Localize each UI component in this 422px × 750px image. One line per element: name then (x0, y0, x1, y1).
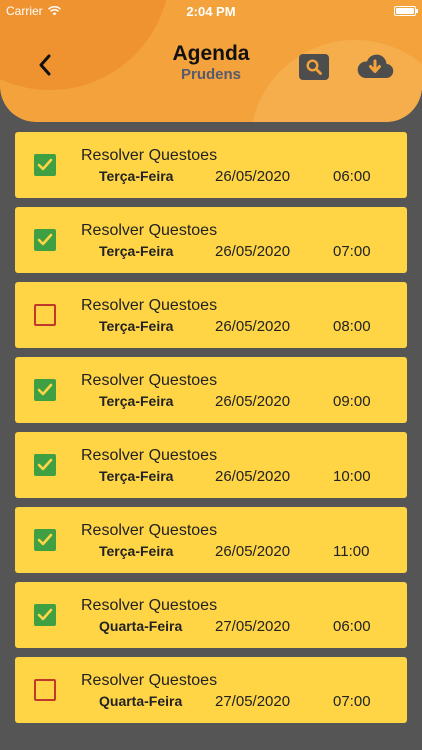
header: Carrier 2:04 PM Agenda Prudens (0, 0, 422, 122)
task-title: Resolver Questoes (81, 522, 218, 539)
checkbox-checked[interactable] (34, 529, 56, 551)
task-day: Terça-Feira (99, 393, 174, 409)
task-day: Terça-Feira (99, 468, 174, 484)
task-title: Resolver Questoes (81, 672, 218, 689)
agenda-item[interactable]: Resolver Questoes Terça-Feira 26/05/2020… (15, 507, 407, 573)
checkbox-unchecked[interactable] (34, 679, 56, 701)
task-day: Terça-Feira (99, 318, 174, 334)
task-time: 06:00 (333, 168, 371, 185)
task-day: Quarta-Feira (99, 693, 183, 709)
task-title: Resolver Questoes (81, 597, 218, 614)
search-icon (306, 59, 322, 75)
task-date: 27/05/2020 (215, 618, 291, 635)
battery-icon (394, 6, 418, 16)
agenda-item[interactable]: Resolver Questoes Terça-Feira 26/05/2020… (15, 207, 407, 273)
task-title: Resolver Questoes (81, 447, 218, 464)
agenda-list: Resolver Questoes Terça-Feira 26/05/2020… (15, 132, 407, 732)
task-day: Terça-Feira (99, 168, 174, 184)
task-time: 06:00 (333, 618, 371, 635)
checkmark-icon (37, 608, 53, 621)
task-title: Resolver Questoes (81, 372, 218, 389)
task-date: 26/05/2020 (215, 318, 291, 335)
checkbox-checked[interactable] (34, 454, 56, 476)
agenda-item[interactable]: Resolver Questoes Terça-Feira 26/05/2020… (15, 432, 407, 498)
checkmark-icon (37, 533, 53, 546)
task-date: 26/05/2020 (215, 393, 291, 410)
task-time: 07:00 (333, 693, 371, 710)
search-button[interactable] (299, 54, 329, 80)
task-title: Resolver Questoes (81, 147, 218, 164)
checkmark-icon (37, 458, 53, 471)
task-time: 07:00 (333, 243, 371, 260)
checkbox-checked[interactable] (34, 154, 56, 176)
agenda-item[interactable]: Resolver Questoes Terça-Feira 26/05/2020… (15, 282, 407, 348)
status-time: 2:04 PM (186, 4, 236, 19)
checkmark-icon (37, 158, 53, 171)
task-date: 26/05/2020 (215, 543, 291, 560)
checkbox-unchecked[interactable] (34, 304, 56, 326)
agenda-item[interactable]: Resolver Questoes Terça-Feira 26/05/2020… (15, 357, 407, 423)
checkbox-checked[interactable] (34, 379, 56, 401)
task-date: 26/05/2020 (215, 243, 291, 260)
task-date: 26/05/2020 (215, 168, 291, 185)
task-title: Resolver Questoes (81, 297, 218, 314)
checkmark-icon (37, 383, 53, 396)
checkbox-checked[interactable] (34, 229, 56, 251)
checkbox-checked[interactable] (34, 604, 56, 626)
download-button[interactable] (356, 51, 394, 81)
task-time: 10:00 (333, 468, 371, 485)
checkmark-icon (37, 233, 53, 246)
agenda-item[interactable]: Resolver Questoes Terça-Feira 26/05/2020… (15, 132, 407, 198)
task-time: 11:00 (333, 543, 370, 560)
agenda-item[interactable]: Resolver Questoes Quarta-Feira 27/05/202… (15, 657, 407, 723)
task-time: 09:00 (333, 393, 371, 410)
task-day: Terça-Feira (99, 543, 174, 559)
task-time: 08:00 (333, 318, 371, 335)
task-title: Resolver Questoes (81, 222, 218, 239)
cloud-download-icon (357, 54, 394, 79)
task-day: Quarta-Feira (99, 618, 183, 634)
status-bar: Carrier 2:04 PM (0, 0, 422, 22)
task-day: Terça-Feira (99, 243, 174, 259)
agenda-item[interactable]: Resolver Questoes Quarta-Feira 27/05/202… (15, 582, 407, 648)
task-date: 27/05/2020 (215, 693, 291, 710)
task-date: 26/05/2020 (215, 468, 291, 485)
